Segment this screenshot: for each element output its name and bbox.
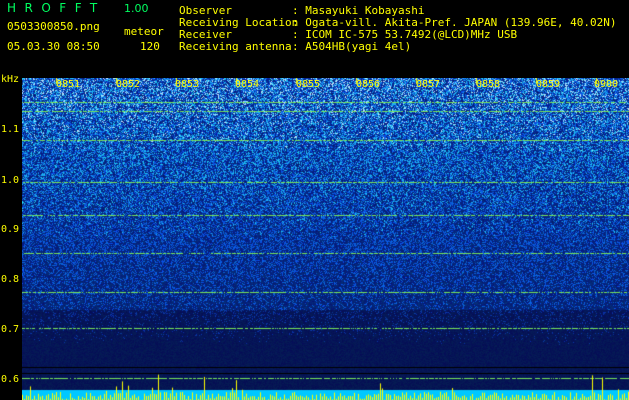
y-tick-label: 0.7 bbox=[1, 324, 20, 335]
antenna-label: Receiving antenna bbox=[179, 40, 292, 53]
meteor-count: 120 bbox=[140, 40, 160, 53]
y-tick-label: 1.0 bbox=[1, 175, 20, 186]
app-version: 1.00 bbox=[124, 2, 149, 15]
x-tick-label: 0853 bbox=[175, 79, 200, 90]
app-logo: HROFFT bbox=[7, 1, 106, 15]
mode-label: meteor bbox=[124, 25, 164, 38]
file-datetime: 05.03.30 08:50 bbox=[7, 40, 100, 53]
x-tick-label: 0854 bbox=[235, 79, 260, 90]
header-panel: HROFFT 1.00 0503300850.png meteor 05.03.… bbox=[0, 0, 629, 78]
y-tick-label: 0.8 bbox=[1, 274, 20, 285]
y-tick-label: 0.6 bbox=[1, 374, 20, 385]
y-tick-label: 1.1 bbox=[1, 124, 20, 135]
x-tick-label: 0852 bbox=[116, 79, 141, 90]
x-tick-label: 0859 bbox=[536, 79, 561, 90]
x-tick-label: 0858 bbox=[476, 79, 501, 90]
spectrogram-canvas bbox=[22, 78, 629, 400]
antenna-value: : A504HB(yagi 4el) bbox=[292, 40, 412, 53]
y-tick-label: 0.9 bbox=[1, 224, 20, 235]
y-axis-unit: kHz bbox=[1, 74, 20, 85]
x-tick-label: 0855 bbox=[296, 79, 321, 90]
spectrogram-panel bbox=[22, 78, 629, 400]
file-name: 0503300850.png bbox=[7, 20, 100, 33]
y-axis: kHz 1.1 1.0 0.9 0.8 0.7 0.6 bbox=[0, 74, 22, 400]
x-tick-label: 0900 bbox=[594, 79, 619, 90]
x-tick-label: 0857 bbox=[416, 79, 441, 90]
x-tick-label: 0851 bbox=[56, 79, 81, 90]
x-tick-label: 0856 bbox=[356, 79, 381, 90]
